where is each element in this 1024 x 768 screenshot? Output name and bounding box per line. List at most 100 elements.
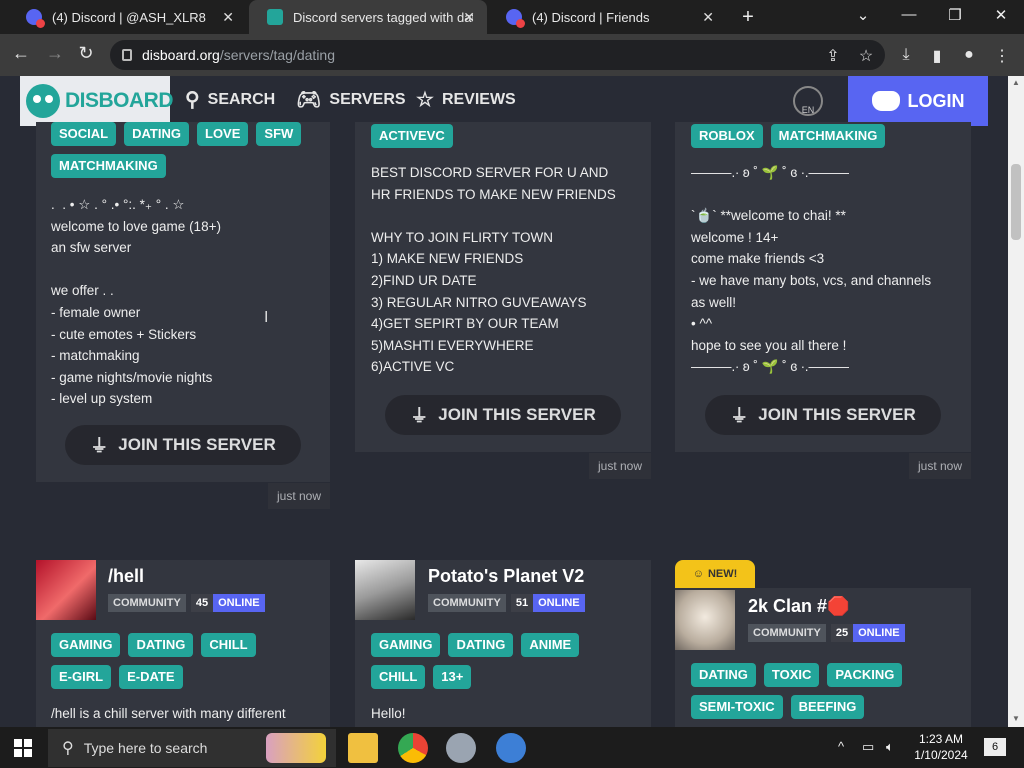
new-tab-button[interactable]: + xyxy=(733,6,763,29)
profile-icon[interactable]: ● xyxy=(958,46,980,64)
window-close-icon[interactable]: ✕ xyxy=(986,6,1016,24)
tag[interactable]: GAMING xyxy=(51,633,121,657)
address-bar[interactable]: disboard.org/servers/tag/dating xyxy=(110,40,885,70)
tag[interactable]: BEEFING xyxy=(790,695,865,719)
scroll-down-icon[interactable]: ▼ xyxy=(1012,714,1020,723)
star-icon: ☆ xyxy=(416,89,434,111)
qbittorrent-icon[interactable] xyxy=(496,733,526,763)
tag[interactable]: MATCHMAKING xyxy=(770,124,886,148)
online-label: ONLINE xyxy=(853,624,905,642)
server-description: ———.∙ ʚ ˚ 🌱 ˚ ɞ ∙.——— `🍵` **welcome to c… xyxy=(691,165,932,375)
share-icon[interactable]: ⇪ xyxy=(822,46,844,66)
windows-start-icon[interactable] xyxy=(14,739,32,757)
tag[interactable]: TOXIC xyxy=(763,663,820,687)
nav-servers-label: SERVERS xyxy=(329,90,406,108)
menu-kebab-icon[interactable]: ⋮ xyxy=(991,46,1013,66)
volume-icon[interactable]: 🔈︎ xyxy=(886,739,894,755)
taskbar-clock[interactable]: 1:23 AM 1/10/2024 xyxy=(908,731,974,763)
back-arrow-icon[interactable]: ← xyxy=(8,43,34,64)
discord-logo-icon xyxy=(871,91,900,111)
tag[interactable]: SFW xyxy=(256,122,302,146)
app-icon[interactable] xyxy=(446,733,476,763)
tab-discord-ash[interactable]: (4) Discord | @ASH_XLR8 ✕ xyxy=(8,0,246,34)
tab-discord-friends[interactable]: (4) Discord | Friends ✕ xyxy=(488,0,726,34)
close-icon[interactable]: ✕ xyxy=(222,9,234,26)
tag[interactable]: DATING xyxy=(128,633,194,657)
nav-servers[interactable]: 🎮︎ SERVERS xyxy=(296,87,406,112)
tag[interactable]: CHILL xyxy=(371,665,426,689)
nav-search[interactable]: ⚲ SEARCH xyxy=(185,87,275,112)
tag[interactable]: GAMING xyxy=(371,633,441,657)
tag[interactable]: ACTIVEVC xyxy=(371,124,453,148)
category-badge[interactable]: COMMUNITY xyxy=(108,594,186,612)
taskbar-search-input[interactable]: ⚲ Type here to search xyxy=(48,729,336,767)
online-label: ONLINE xyxy=(213,594,265,612)
server-description: BEST DISCORD SERVER FOR U AND HR FRIENDS… xyxy=(371,165,616,375)
language-globe-icon[interactable]: EN xyxy=(793,86,823,116)
network-icon[interactable]: ▭ xyxy=(862,739,874,755)
new-badge-label: NEW! xyxy=(707,568,738,580)
nav-search-label: SEARCH xyxy=(207,90,276,108)
browser-tab-strip: (4) Discord | @ASH_XLR8 ✕ Discord server… xyxy=(0,0,1024,34)
nav-reviews[interactable]: ☆ REVIEWS xyxy=(416,87,516,112)
chrome-icon[interactable] xyxy=(398,733,428,763)
tag[interactable]: DATING xyxy=(124,122,189,146)
scrollbar-thumb[interactable] xyxy=(1011,164,1021,240)
join-server-button[interactable]: ⏚ JOIN THIS SERVER xyxy=(385,395,621,435)
tag[interactable]: CHILL xyxy=(201,633,256,657)
server-meta: COMMUNITY 45 ONLINE xyxy=(108,594,265,612)
category-badge[interactable]: COMMUNITY xyxy=(748,624,826,642)
reload-icon[interactable]: ↻ xyxy=(73,43,99,64)
side-panel-icon[interactable]: ▮ xyxy=(926,46,948,66)
tag[interactable]: ROBLOX xyxy=(691,124,763,148)
file-explorer-icon[interactable] xyxy=(348,733,378,763)
tag[interactable]: SOCIAL xyxy=(51,122,117,146)
tag[interactable]: 13+ xyxy=(433,665,472,689)
tag[interactable]: DATING xyxy=(448,633,514,657)
category-badge[interactable]: COMMUNITY xyxy=(428,594,506,612)
server-avatar[interactable] xyxy=(675,590,735,650)
tag[interactable]: DATING xyxy=(691,663,756,687)
tag[interactable]: ANIME xyxy=(521,633,580,657)
scroll-up-icon[interactable]: ▲ xyxy=(1012,78,1020,87)
server-name[interactable]: 2k Clan #🛑 xyxy=(748,596,849,617)
page-scrollbar[interactable]: ▲ ▼ xyxy=(1008,76,1024,727)
tag-list: GAMING DATING ANIME CHILL 13+ xyxy=(371,633,641,697)
restore-icon[interactable]: ❐ xyxy=(940,6,970,24)
close-icon[interactable]: ✕ xyxy=(702,9,714,26)
tag[interactable]: LOVE xyxy=(197,122,249,146)
online-count: 25 xyxy=(830,624,854,642)
windows-taskbar: ⚲ Type here to search ^ ▭ 🔈︎ 1:23 AM 1/1… xyxy=(0,727,1024,768)
tray-chevron-icon[interactable]: ^ xyxy=(838,739,844,754)
minimize-icon[interactable]: — xyxy=(894,6,924,23)
bookmark-star-icon[interactable]: ☆ xyxy=(855,46,877,66)
join-server-button[interactable]: ⏚ JOIN THIS SERVER xyxy=(65,425,301,465)
close-icon[interactable]: ✕ xyxy=(463,9,475,26)
notification-count: 6 xyxy=(991,741,999,753)
tag[interactable]: PACKING xyxy=(827,663,903,687)
site-logo[interactable]: DISBOARD xyxy=(20,76,174,126)
taskbar-search-placeholder: Type here to search xyxy=(83,740,208,756)
online-label: ONLINE xyxy=(533,594,585,612)
login-label: LOGIN xyxy=(907,90,965,111)
search-icon: ⚲ xyxy=(185,89,200,111)
server-avatar[interactable] xyxy=(355,560,415,620)
server-avatar[interactable] xyxy=(36,560,96,620)
url-path: /servers/tag/dating xyxy=(219,47,335,63)
notifications-icon[interactable]: 6 xyxy=(984,738,1006,756)
tag[interactable]: E-DATE xyxy=(119,665,183,689)
lock-icon xyxy=(122,49,132,61)
tab-disboard-dating[interactable]: Discord servers tagged with dati ✕ xyxy=(249,0,487,34)
join-server-button[interactable]: ⏚ JOIN THIS SERVER xyxy=(705,395,941,435)
login-button[interactable]: LOGIN xyxy=(848,76,988,126)
tag[interactable]: SEMI-TOXIC xyxy=(691,695,783,719)
tab-search-chevron-icon[interactable]: ⌄ xyxy=(848,6,878,24)
forward-arrow-icon[interactable]: → xyxy=(42,43,68,64)
download-icon[interactable]: ⤓ xyxy=(895,46,917,64)
join-label: JOIN THIS SERVER xyxy=(118,435,276,454)
tag-list: ACTIVEVC xyxy=(371,124,641,156)
tag[interactable]: MATCHMAKING xyxy=(51,154,166,178)
tag[interactable]: E-GIRL xyxy=(51,665,112,689)
server-name[interactable]: Potato's Planet V2 xyxy=(428,566,584,587)
server-name[interactable]: /hell xyxy=(108,566,144,587)
